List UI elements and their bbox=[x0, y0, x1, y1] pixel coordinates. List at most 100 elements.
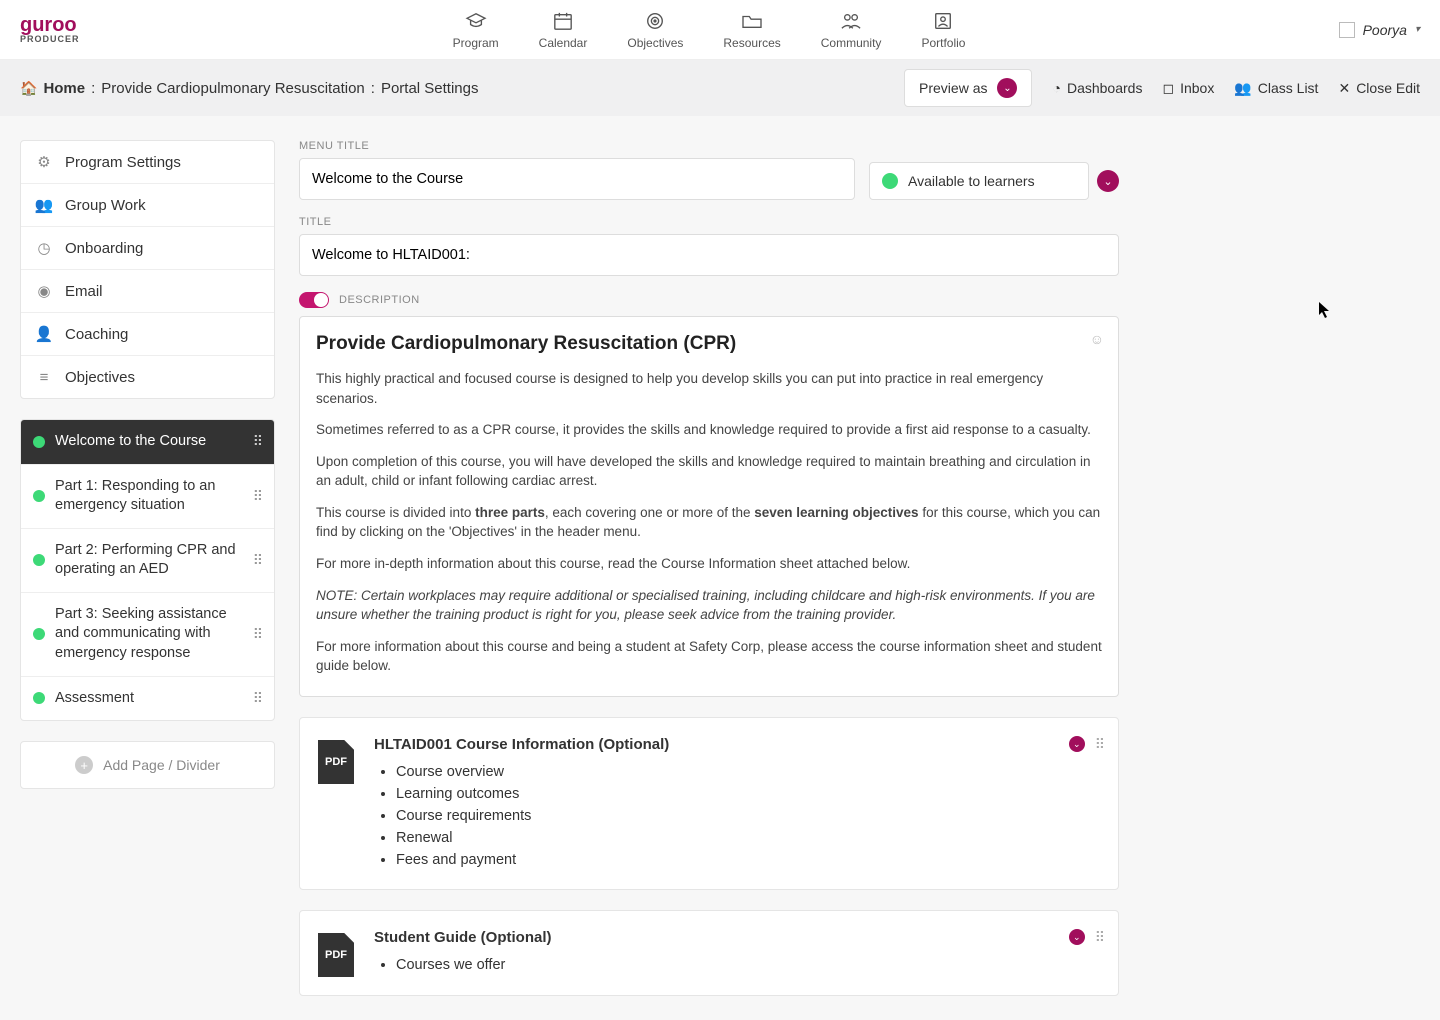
user-menu[interactable]: Poorya ▾ bbox=[1339, 22, 1420, 38]
logo[interactable]: guroo PRODUCER bbox=[20, 15, 80, 44]
attachment-title: Student Guide (Optional) bbox=[374, 929, 1100, 946]
page-item-welcome[interactable]: Welcome to the Course ⠿ bbox=[21, 420, 274, 465]
list-icon: ≡ bbox=[35, 368, 53, 386]
sidebar-item-email[interactable]: ◉ Email bbox=[21, 270, 274, 313]
breadcrumb-home[interactable]: Home bbox=[43, 80, 85, 97]
page-item-label: Part 1: Responding to an emergency situa… bbox=[55, 477, 243, 516]
community-icon bbox=[840, 10, 862, 32]
menu-title-input[interactable] bbox=[299, 158, 855, 200]
attachment-item: Learning outcomes bbox=[396, 783, 1100, 805]
description-text: Upon completion of this course, you will… bbox=[316, 452, 1102, 491]
page-item-assessment[interactable]: Assessment ⠿ bbox=[21, 677, 274, 721]
description-toggle[interactable] bbox=[299, 292, 329, 308]
menu-title-label: MENU TITLE bbox=[299, 140, 855, 152]
class-list-link[interactable]: 👥 Class List bbox=[1234, 80, 1318, 97]
availability-label: Available to learners bbox=[908, 173, 1035, 189]
breadcrumb-mid[interactable]: Provide Cardiopulmonary Resuscitation bbox=[101, 80, 364, 97]
description-text: This highly practical and focused course… bbox=[316, 369, 1102, 408]
top-nav: Program Calendar Objectives Resources Co… bbox=[453, 10, 966, 50]
pages-list: Welcome to the Course ⠿ Part 1: Respondi… bbox=[20, 419, 275, 721]
sidebar-item-label: Group Work bbox=[65, 197, 146, 214]
calendar-icon bbox=[552, 10, 574, 32]
attachment-item: Course overview bbox=[396, 761, 1100, 783]
drag-handle-icon[interactable]: ⠿ bbox=[253, 433, 262, 450]
attachment-item: Renewal bbox=[396, 827, 1100, 849]
pdf-icon: PDF bbox=[318, 740, 354, 784]
drag-handle-icon[interactable]: ⠿ bbox=[253, 488, 262, 505]
drag-handle-icon[interactable]: ⠿ bbox=[253, 626, 262, 643]
description-text: For more information about this course a… bbox=[316, 637, 1102, 676]
attachment-card: PDF HLTAID001 Course Information (Option… bbox=[299, 717, 1119, 890]
gears-icon: ⚙ bbox=[35, 153, 53, 171]
status-dot-icon bbox=[33, 490, 45, 502]
pdf-icon: PDF bbox=[318, 933, 354, 977]
preview-as-dropdown[interactable]: Preview as ⌄ bbox=[904, 69, 1032, 107]
sidebar-item-onboarding[interactable]: ◷ Onboarding bbox=[21, 227, 274, 270]
emoji-icon[interactable]: ☺ bbox=[1090, 331, 1104, 347]
page-item-label: Part 2: Performing CPR and operating an … bbox=[55, 541, 243, 580]
status-dot-icon bbox=[33, 554, 45, 566]
page-item-part1[interactable]: Part 1: Responding to an emergency situa… bbox=[21, 465, 274, 529]
availability-selector[interactable]: Available to learners bbox=[869, 162, 1089, 200]
nav-label: Community bbox=[821, 36, 882, 50]
sidebar-item-objectives[interactable]: ≡ Objectives bbox=[21, 356, 274, 398]
folder-icon bbox=[741, 10, 763, 32]
users-icon: 👥 bbox=[35, 196, 53, 214]
sidebar-item-label: Coaching bbox=[65, 326, 128, 343]
dashboards-link[interactable]: ◔ Dashboards bbox=[1052, 80, 1142, 96]
close-edit-button[interactable]: ✕ Close Edit bbox=[1338, 80, 1420, 97]
title-label: TITLE bbox=[299, 216, 1119, 228]
people-icon: 👥 bbox=[1234, 80, 1251, 97]
description-text: NOTE: Certain workplaces may require add… bbox=[316, 586, 1102, 625]
nav-label: Portfolio bbox=[921, 36, 965, 50]
nav-label: Resources bbox=[723, 36, 780, 50]
nav-objectives[interactable]: Objectives bbox=[627, 10, 683, 50]
nav-community[interactable]: Community bbox=[821, 10, 882, 50]
close-icon: ✕ bbox=[1338, 80, 1350, 97]
drag-handle-icon[interactable]: ⠿ bbox=[253, 552, 262, 569]
drag-handle-icon[interactable]: ⠿ bbox=[1095, 929, 1104, 946]
drag-handle-icon[interactable]: ⠿ bbox=[1095, 736, 1104, 753]
nav-program[interactable]: Program bbox=[453, 10, 499, 50]
description-editor[interactable]: ☺ Provide Cardiopulmonary Resuscitation … bbox=[299, 316, 1119, 697]
sidebar-item-label: Email bbox=[65, 283, 103, 300]
nav-resources[interactable]: Resources bbox=[723, 10, 780, 50]
breadcrumb: 🏠 Home : Provide Cardiopulmonary Resusci… bbox=[20, 80, 479, 97]
coach-icon: 👤 bbox=[35, 325, 53, 343]
status-dot-icon bbox=[33, 628, 45, 640]
page-item-label: Welcome to the Course bbox=[55, 432, 206, 452]
nav-portfolio[interactable]: Portfolio bbox=[921, 10, 965, 50]
sidebar-item-label: Onboarding bbox=[65, 240, 143, 257]
attachment-item: Course requirements bbox=[396, 805, 1100, 827]
drag-handle-icon[interactable]: ⠿ bbox=[253, 690, 262, 707]
logo-sub: PRODUCER bbox=[20, 35, 80, 44]
status-dot-icon bbox=[882, 173, 898, 189]
home-icon: 🏠 bbox=[20, 80, 37, 97]
attachment-card: PDF Student Guide (Optional) Courses we … bbox=[299, 910, 1119, 996]
add-page-button[interactable]: + Add Page / Divider bbox=[20, 741, 275, 789]
description-heading: Provide Cardiopulmonary Resuscitation (C… bbox=[316, 333, 1102, 355]
sidebar-item-group-work[interactable]: 👥 Group Work bbox=[21, 184, 274, 227]
status-dot-icon bbox=[33, 692, 45, 704]
breadcrumb-sep: : bbox=[371, 80, 375, 97]
attachment-menu-button[interactable]: ⌄ bbox=[1069, 929, 1085, 945]
sidebar-item-program-settings[interactable]: ⚙ Program Settings bbox=[21, 141, 274, 184]
plus-icon: + bbox=[75, 756, 93, 774]
sidebar-item-label: Program Settings bbox=[65, 154, 181, 171]
nav-label: Calendar bbox=[539, 36, 588, 50]
clock-icon: ◷ bbox=[35, 239, 53, 257]
sidebar-item-coaching[interactable]: 👤 Coaching bbox=[21, 313, 274, 356]
inbox-link[interactable]: ◻ Inbox bbox=[1162, 80, 1214, 97]
description-label: DESCRIPTION bbox=[339, 294, 420, 306]
title-input[interactable] bbox=[299, 234, 1119, 276]
graduation-cap-icon bbox=[465, 10, 487, 32]
availability-dropdown-button[interactable]: ⌄ bbox=[1097, 170, 1119, 192]
nav-calendar[interactable]: Calendar bbox=[539, 10, 588, 50]
description-text: This course is divided into three parts,… bbox=[316, 503, 1102, 542]
page-item-part2[interactable]: Part 2: Performing CPR and operating an … bbox=[21, 529, 274, 593]
description-text: For more in-depth information about this… bbox=[316, 554, 1102, 574]
page-item-part3[interactable]: Part 3: Seeking assistance and communica… bbox=[21, 593, 274, 677]
attachment-menu-button[interactable]: ⌄ bbox=[1069, 736, 1085, 752]
breadcrumb-tail: Portal Settings bbox=[381, 80, 479, 97]
logo-text: guroo bbox=[20, 15, 80, 35]
